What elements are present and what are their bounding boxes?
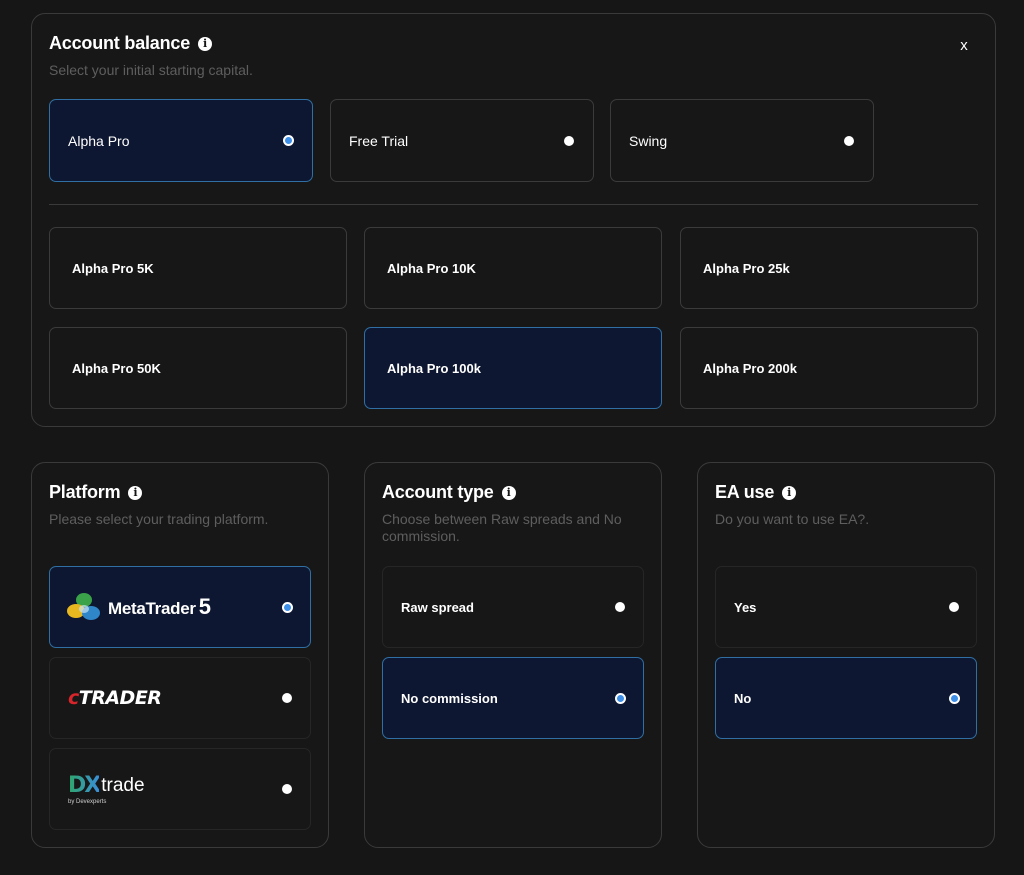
- option-label: Free Trial: [349, 132, 409, 149]
- radio-unselected[interactable]: [615, 602, 625, 612]
- program-option-swing[interactable]: Swing: [610, 99, 874, 182]
- account-balance-subtitle: Select your initial starting capital.: [49, 62, 253, 78]
- platform-panel: Platform i Please select your trading pl…: [31, 462, 329, 848]
- option-label: No commission: [401, 690, 498, 706]
- platform-title: Platform i: [49, 482, 143, 503]
- radio-selected[interactable]: [283, 135, 294, 146]
- option-label: Alpha Pro 10K: [387, 260, 476, 276]
- metatrader-word: MetaTrader: [108, 599, 196, 618]
- size-option-5k[interactable]: Alpha Pro 5K: [49, 227, 347, 309]
- ea-use-option-no[interactable]: No: [715, 657, 977, 739]
- info-icon[interactable]: i: [782, 485, 797, 500]
- account-type-option-no-commission[interactable]: No commission: [382, 657, 644, 739]
- ctrader-logo: cTRADER: [68, 687, 162, 709]
- ctrader-c: c: [68, 687, 79, 709]
- account-type-subtitle: Choose between Raw spreads and No commis…: [382, 511, 622, 544]
- platform-option-ctrader[interactable]: cTRADER: [49, 657, 311, 739]
- option-label: Alpha Pro 25k: [703, 260, 790, 276]
- metatrader-icon: [67, 593, 100, 620]
- account-type-panel: Account type i Choose between Raw spread…: [364, 462, 662, 848]
- size-option-10k[interactable]: Alpha Pro 10K: [364, 227, 662, 309]
- size-option-50k[interactable]: Alpha Pro 50K: [49, 327, 347, 409]
- account-balance-title-text: Account balance: [49, 33, 191, 53]
- option-label: Raw spread: [401, 599, 474, 615]
- size-option-100k[interactable]: Alpha Pro 100k: [364, 327, 662, 409]
- ea-use-option-yes[interactable]: Yes: [715, 566, 977, 648]
- dxtrade-logo: DX trade by Devexperts: [68, 773, 145, 805]
- option-label: Yes: [734, 599, 757, 615]
- ctrader-word: TRADER: [78, 687, 162, 709]
- account-type-title-text: Account type: [382, 482, 494, 502]
- metatrader-text: MetaTrader 5: [108, 594, 211, 620]
- size-option-25k[interactable]: Alpha Pro 25k: [680, 227, 978, 309]
- option-label: Alpha Pro 100k: [387, 360, 481, 376]
- info-icon[interactable]: i: [501, 485, 516, 500]
- metatrader5-logo: MetaTrader 5: [66, 590, 211, 624]
- program-option-free-trial[interactable]: Free Trial: [330, 99, 594, 182]
- radio-selected[interactable]: [949, 692, 960, 704]
- option-label: Swing: [629, 132, 668, 149]
- radio-selected[interactable]: [282, 601, 293, 613]
- option-label: Alpha Pro 50K: [72, 360, 161, 376]
- info-icon[interactable]: i: [198, 36, 213, 51]
- divider: [49, 204, 978, 205]
- metatrader-version: 5: [198, 594, 211, 619]
- info-icon[interactable]: i: [128, 485, 143, 500]
- platform-option-metatrader5[interactable]: MetaTrader 5: [49, 566, 311, 648]
- ea-use-panel: EA use i Do you want to use EA?. Yes No: [697, 462, 995, 848]
- dxtrade-word: trade: [101, 774, 145, 796]
- radio-unselected[interactable]: [949, 602, 959, 612]
- radio-unselected[interactable]: [844, 135, 854, 146]
- close-button[interactable]: x: [954, 35, 974, 55]
- platform-option-dxtrade[interactable]: DX trade by Devexperts: [49, 748, 311, 830]
- ea-use-title-text: EA use: [715, 482, 775, 502]
- size-option-200k[interactable]: Alpha Pro 200k: [680, 327, 978, 409]
- dxtrade-byline: by Devexperts: [68, 799, 107, 805]
- ea-use-subtitle: Do you want to use EA?.: [715, 511, 870, 527]
- platform-subtitle: Please select your trading platform.: [49, 511, 269, 527]
- account-type-title: Account type i: [382, 482, 516, 503]
- account-type-option-raw-spread[interactable]: Raw spread: [382, 566, 644, 648]
- account-balance-panel: Account balance i Select your initial st…: [31, 13, 996, 427]
- option-label: Alpha Pro: [68, 132, 130, 149]
- radio-unselected[interactable]: [282, 693, 292, 703]
- platform-title-text: Platform: [49, 482, 121, 502]
- option-label: Alpha Pro 200k: [703, 360, 797, 376]
- radio-unselected[interactable]: [564, 135, 574, 146]
- account-balance-title: Account balance i: [49, 33, 213, 54]
- option-label: Alpha Pro 5K: [72, 260, 154, 276]
- dxtrade-mark: DX: [68, 773, 101, 798]
- radio-unselected[interactable]: [282, 784, 292, 794]
- option-label: No: [734, 690, 752, 706]
- program-option-alpha-pro[interactable]: Alpha Pro: [49, 99, 313, 182]
- ea-use-title: EA use i: [715, 482, 797, 503]
- radio-selected[interactable]: [615, 692, 626, 704]
